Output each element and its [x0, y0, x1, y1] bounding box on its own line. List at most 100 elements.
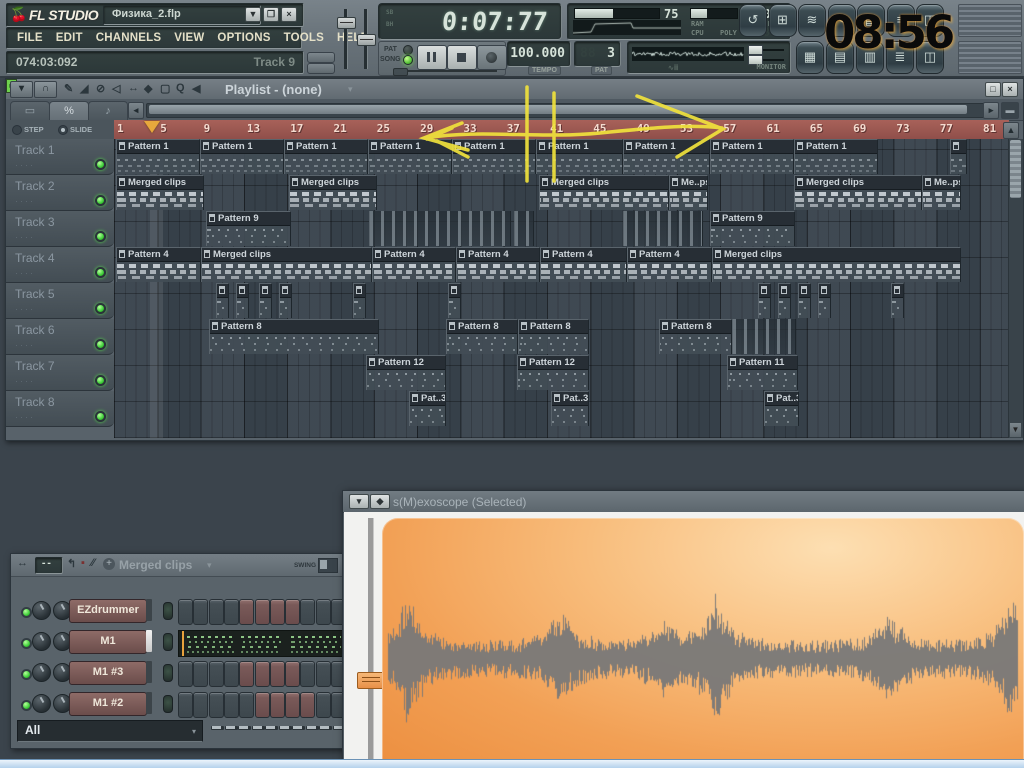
clip-pattern-1[interactable]: Pattern 1 [623, 139, 710, 174]
playlist-grid[interactable]: Pattern 1 Pattern 1 Pattern 1 Pattern 1 Patt… [114, 139, 1009, 438]
step-6-on[interactable] [254, 661, 270, 687]
clip-pattern-8[interactable]: Pattern 8 [446, 319, 518, 354]
channel-select-strip[interactable] [146, 661, 152, 683]
clip-pattern-4[interactable]: Pattern 4 [540, 247, 627, 282]
add-channel-icon[interactable]: + [103, 558, 115, 570]
channel-enable-led[interactable] [21, 669, 32, 680]
step-1-off[interactable] [178, 661, 193, 687]
clip[interactable] [950, 139, 967, 174]
pat-mode-led[interactable] [403, 45, 413, 55]
track-header-2[interactable]: Track 2 ···· [6, 175, 114, 211]
master-pitch-fader[interactable] [357, 9, 376, 69]
step-7-on[interactable] [269, 692, 285, 718]
clip-pattern-4[interactable]: Pattern 4 [456, 247, 540, 282]
tempo-display[interactable]: 100.000 [507, 41, 571, 67]
step-1-off[interactable] [178, 599, 193, 625]
step-6-on[interactable] [254, 599, 270, 625]
track-enable-led[interactable] [95, 303, 106, 314]
master-pitch-handle[interactable] [357, 34, 376, 46]
step-2-off[interactable] [193, 599, 209, 625]
minimize-icon[interactable]: ▼ [245, 7, 261, 22]
playlist-close-button[interactable]: × [1002, 82, 1018, 97]
step-4-off[interactable] [223, 692, 239, 718]
channel-filter-dropdown[interactable]: All ▾ [17, 720, 203, 742]
export-wave-icon[interactable]: ≋ [798, 4, 826, 37]
resize-horizontal-icon[interactable]: ↔ [17, 557, 28, 569]
step-7-on[interactable] [269, 599, 285, 625]
rack-pattern-name[interactable]: Merged clips [119, 558, 192, 572]
clip[interactable] [353, 283, 366, 318]
playlist-icon[interactable]: ▦ [796, 41, 824, 74]
channel-mute-led[interactable] [163, 602, 173, 620]
clip-pattern-1[interactable]: Pattern 1 [710, 139, 794, 174]
clip-pattern-4[interactable]: Pattern 4 [116, 247, 201, 282]
menu-tools[interactable]: TOOLS [284, 32, 324, 44]
clip[interactable] [798, 283, 811, 318]
options-dropdown-icon[interactable]: ▾ [10, 81, 33, 98]
close-icon[interactable]: × [281, 7, 297, 22]
accent-slider-5[interactable] [265, 726, 278, 730]
pattern-selector-display[interactable]: 88 3 [574, 41, 621, 67]
accent-slider-2[interactable] [224, 726, 238, 730]
step-3-off[interactable] [208, 692, 224, 718]
clip-pat-3[interactable]: Pat..3 [551, 391, 589, 426]
step-5-on[interactable] [239, 661, 255, 687]
accent-slider-7[interactable] [292, 726, 305, 730]
clip-pattern-8[interactable]: Pattern 8 [518, 319, 589, 354]
sMexoscope-titlebar[interactable]: ▾ ◆ s(M)exoscope (Selected) [343, 491, 1024, 513]
clip[interactable] [216, 283, 229, 318]
clip[interactable] [369, 211, 511, 246]
track-enable-led[interactable] [95, 375, 106, 386]
clip-pat-3[interactable]: Pat..3 [764, 391, 799, 426]
track-header-1[interactable]: Track 1 ···· [6, 139, 114, 175]
clip-pattern-1[interactable]: Pattern 1 [368, 139, 452, 174]
clip-pat-3[interactable]: Pat..3 [409, 391, 446, 426]
track-enable-led[interactable] [95, 159, 106, 170]
step-6-on[interactable] [254, 692, 270, 718]
clip-merged-clips[interactable]: Merged clips [201, 247, 372, 282]
channel-mute-led[interactable] [163, 695, 173, 713]
clip-merged-clips[interactable]: Merged clips [794, 175, 922, 210]
hzoom-button[interactable]: ▬ [1001, 102, 1019, 119]
step-8-on[interactable] [285, 599, 301, 625]
hint-panel-button[interactable] [307, 52, 335, 63]
channel-button[interactable]: M1 #3 [69, 661, 147, 685]
plugin-detach-button[interactable]: ◆ [370, 494, 390, 509]
clip[interactable] [623, 211, 703, 246]
scope-amp-slider[interactable] [368, 518, 374, 764]
clip-pattern-12[interactable]: Pattern 12 [366, 355, 446, 390]
step-4-off[interactable] [223, 599, 239, 625]
song-mode-led[interactable] [403, 55, 413, 65]
track-header-4[interactable]: Track 4 ···· [6, 247, 114, 283]
clip-pattern-8[interactable]: Pattern 8 [209, 319, 379, 354]
menu-options[interactable]: OPTIONS [217, 32, 270, 44]
stop-button[interactable] [447, 45, 477, 70]
channel-button[interactable]: M1 [69, 630, 147, 654]
playlist-titlebar[interactable]: ▾∩✎◢⊘◁↔◆▢Q◀ ▸ Playlist - (none) ▾ □ × [6, 79, 1023, 100]
clip[interactable] [758, 283, 771, 318]
song-mode-label[interactable]: SONG [380, 56, 401, 63]
vscroll-down-button[interactable]: ▼ [1010, 423, 1021, 437]
pause-button[interactable] [417, 45, 447, 70]
clip-pattern-1[interactable]: Pattern 1 [116, 139, 200, 174]
vscroll-up-button[interactable]: ▲ [1003, 122, 1019, 139]
scroll-right-button[interactable]: ▸ [983, 102, 999, 119]
clip[interactable] [236, 283, 249, 318]
track-header-3[interactable]: Track 3 ···· [6, 211, 114, 247]
playhead-marker[interactable] [144, 121, 160, 133]
clip-merged-clips[interactable]: Merged clips [712, 247, 961, 282]
undo-step-icon[interactable]: ↰ [67, 557, 76, 570]
clip-pattern-9[interactable]: Pattern 9 [710, 211, 795, 246]
step-9-off[interactable] [300, 661, 316, 687]
step-radio[interactable] [12, 125, 22, 135]
plugin-options-button[interactable]: ▾ [349, 494, 369, 509]
clip-pattern-8[interactable]: Pattern 8 [659, 319, 732, 354]
step-3-off[interactable] [208, 661, 224, 687]
channel-select-strip[interactable] [146, 599, 152, 621]
time-format-bar-toggle[interactable]: SB [386, 9, 393, 16]
channel-mute-led[interactable] [163, 633, 173, 651]
playlist-title-caret-icon[interactable]: ▾ [348, 84, 353, 95]
clip[interactable] [891, 283, 904, 318]
step-2-off[interactable] [193, 661, 209, 687]
clip[interactable] [818, 283, 831, 318]
